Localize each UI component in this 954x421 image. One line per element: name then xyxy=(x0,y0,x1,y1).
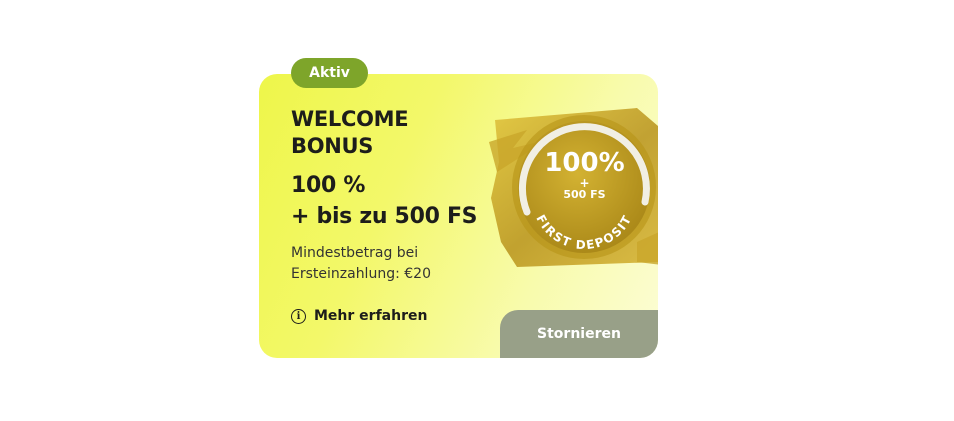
bonus-card: WELCOME BONUS 100 % + bis zu 500 FS Mind… xyxy=(259,74,658,358)
emblem-fs: 500 FS xyxy=(563,188,606,201)
bonus-offer-line2: + bis zu 500 FS xyxy=(291,204,478,229)
bonus-offer: 100 % + bis zu 500 FS xyxy=(291,170,478,232)
info-icon: i xyxy=(291,308,306,324)
status-badge: Aktiv xyxy=(291,58,368,88)
bonus-title: WELCOME BONUS xyxy=(291,106,409,160)
minimum-deposit-text: Mindestbetrag bei Ersteinzahlung: €20 xyxy=(291,243,431,285)
emblem-percent: 100% xyxy=(544,148,625,178)
more-info-label: Mehr erfahren xyxy=(314,308,428,324)
minimum-deposit-line2: Ersteinzahlung: €20 xyxy=(291,266,431,282)
bonus-title-line1: WELCOME xyxy=(291,107,409,131)
cancel-button[interactable]: Stornieren xyxy=(500,310,658,358)
more-info-link[interactable]: i Mehr erfahren xyxy=(291,308,427,324)
minimum-deposit-line1: Mindestbetrag bei xyxy=(291,245,419,261)
status-badge-label: Aktiv xyxy=(309,65,350,81)
bonus-title-line2: BONUS xyxy=(291,134,374,158)
bonus-offer-line1: 100 % xyxy=(291,173,366,198)
first-deposit-emblem: FIRST DEPOSIT 100% + 500 FS xyxy=(487,102,658,272)
